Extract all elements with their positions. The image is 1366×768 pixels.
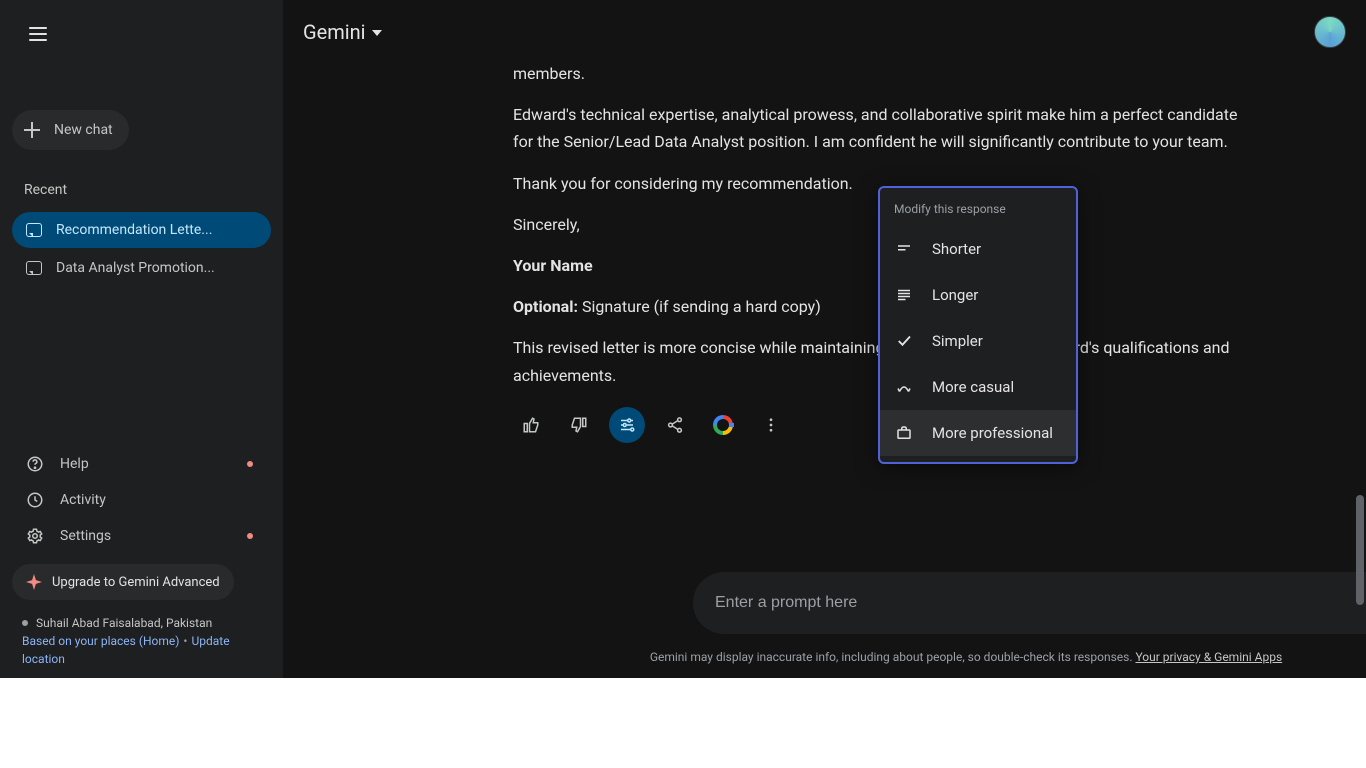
main-area: Gemini members. Edward's technical exper… [283,0,1366,678]
new-chat-label: New chat [54,122,113,138]
modify-response-button[interactable] [609,407,645,443]
help-icon [26,455,44,473]
brand-selector[interactable]: Gemini [303,20,382,44]
google-logo-icon [713,415,733,435]
new-chat-button[interactable]: New chat [12,110,129,150]
response-text-span: Signature (if sending a hard copy) [578,297,821,316]
menu-item-casual[interactable]: More casual [880,364,1076,410]
spark-icon [26,574,42,590]
upgrade-label: Upgrade to Gemini Advanced [52,575,220,590]
prompt-bar: ✦ G [693,572,1366,634]
footer: Gemini may display inaccurate info, incl… [566,650,1366,664]
menu-title: Modify this response [880,198,1076,226]
notification-dot [247,461,253,467]
menu-item-label: More professional [932,424,1053,442]
location-dot-icon [22,620,28,626]
chat-bubble-icon [26,223,42,237]
chat-item-data-analyst[interactable]: Data Analyst Promotion... [12,250,271,286]
nav-activity[interactable]: Activity [12,482,271,518]
share-button[interactable] [657,407,693,443]
gear-icon [26,527,44,545]
nav-label: Settings [60,528,111,544]
more-vert-icon [762,416,780,434]
location-based-link[interactable]: Based on your places (Home) [22,634,179,648]
response-text-bold: Optional: [513,297,578,316]
brand-label: Gemini [303,20,366,44]
chat-item-recommendation[interactable]: Recommendation Lette... [12,212,271,248]
topbar: Gemini [283,0,1366,64]
footer-text: Gemini may display inaccurate info, incl… [650,650,1136,664]
nav-help[interactable]: Help [12,446,271,482]
scrollbar-thumb[interactable] [1356,495,1364,605]
thumbs-down-icon [570,416,588,434]
avatar[interactable] [1314,16,1346,48]
activity-icon [26,491,44,509]
thumbs-up-icon [522,416,540,434]
nav-settings[interactable]: Settings [12,518,271,554]
nav-label: Help [60,456,89,472]
menu-item-label: Simpler [932,332,983,350]
tune-icon [618,416,636,434]
privacy-link[interactable]: Your privacy & Gemini Apps [1135,650,1282,664]
upgrade-button[interactable]: Upgrade to Gemini Advanced [12,564,234,600]
response-text: members. [513,64,1256,87]
location-place: Suhail Abad Faisalabad, Pakistan [36,614,212,632]
prompt-input[interactable] [715,594,1366,612]
modify-response-menu: Modify this response Shorter Longer Simp… [878,186,1078,464]
share-icon [666,416,684,434]
thumbs-up-button[interactable] [513,407,549,443]
plus-icon [22,120,42,140]
notification-dot [247,533,253,539]
chevron-down-icon [372,30,382,36]
thumbs-down-button[interactable] [561,407,597,443]
menu-item-label: Longer [932,286,978,304]
chat-bubble-icon [26,261,42,275]
menu-item-professional[interactable]: More professional [880,410,1076,456]
location-block: Suhail Abad Faisalabad, Pakistan Based o… [12,614,271,668]
response-text: Edward's technical expertise, analytical… [513,101,1256,155]
separator: • [183,634,187,648]
menu-item-label: More casual [932,378,1014,396]
recent-heading: Recent [24,182,271,198]
menu-item-shorter[interactable]: Shorter [880,226,1076,272]
google-search-button[interactable] [705,407,741,443]
nav-label: Activity [60,492,106,508]
main-menu-button[interactable] [18,14,58,54]
chat-item-label: Recommendation Lette... [56,222,212,238]
menu-item-label: Shorter [932,240,981,258]
chat-item-label: Data Analyst Promotion... [56,260,215,276]
menu-item-longer[interactable]: Longer [880,272,1076,318]
more-options-button[interactable] [753,407,789,443]
hamburger-icon [29,27,47,41]
simpler-icon [894,331,914,351]
longer-icon [894,285,914,305]
casual-icon [894,377,914,397]
briefcase-icon [894,423,914,443]
menu-item-simpler[interactable]: Simpler [880,318,1076,364]
shorter-icon [894,239,914,259]
recent-chat-list: Recommendation Lette... Data Analyst Pro… [12,212,271,286]
sidebar: New chat Recent Recommendation Lette... … [0,0,283,678]
